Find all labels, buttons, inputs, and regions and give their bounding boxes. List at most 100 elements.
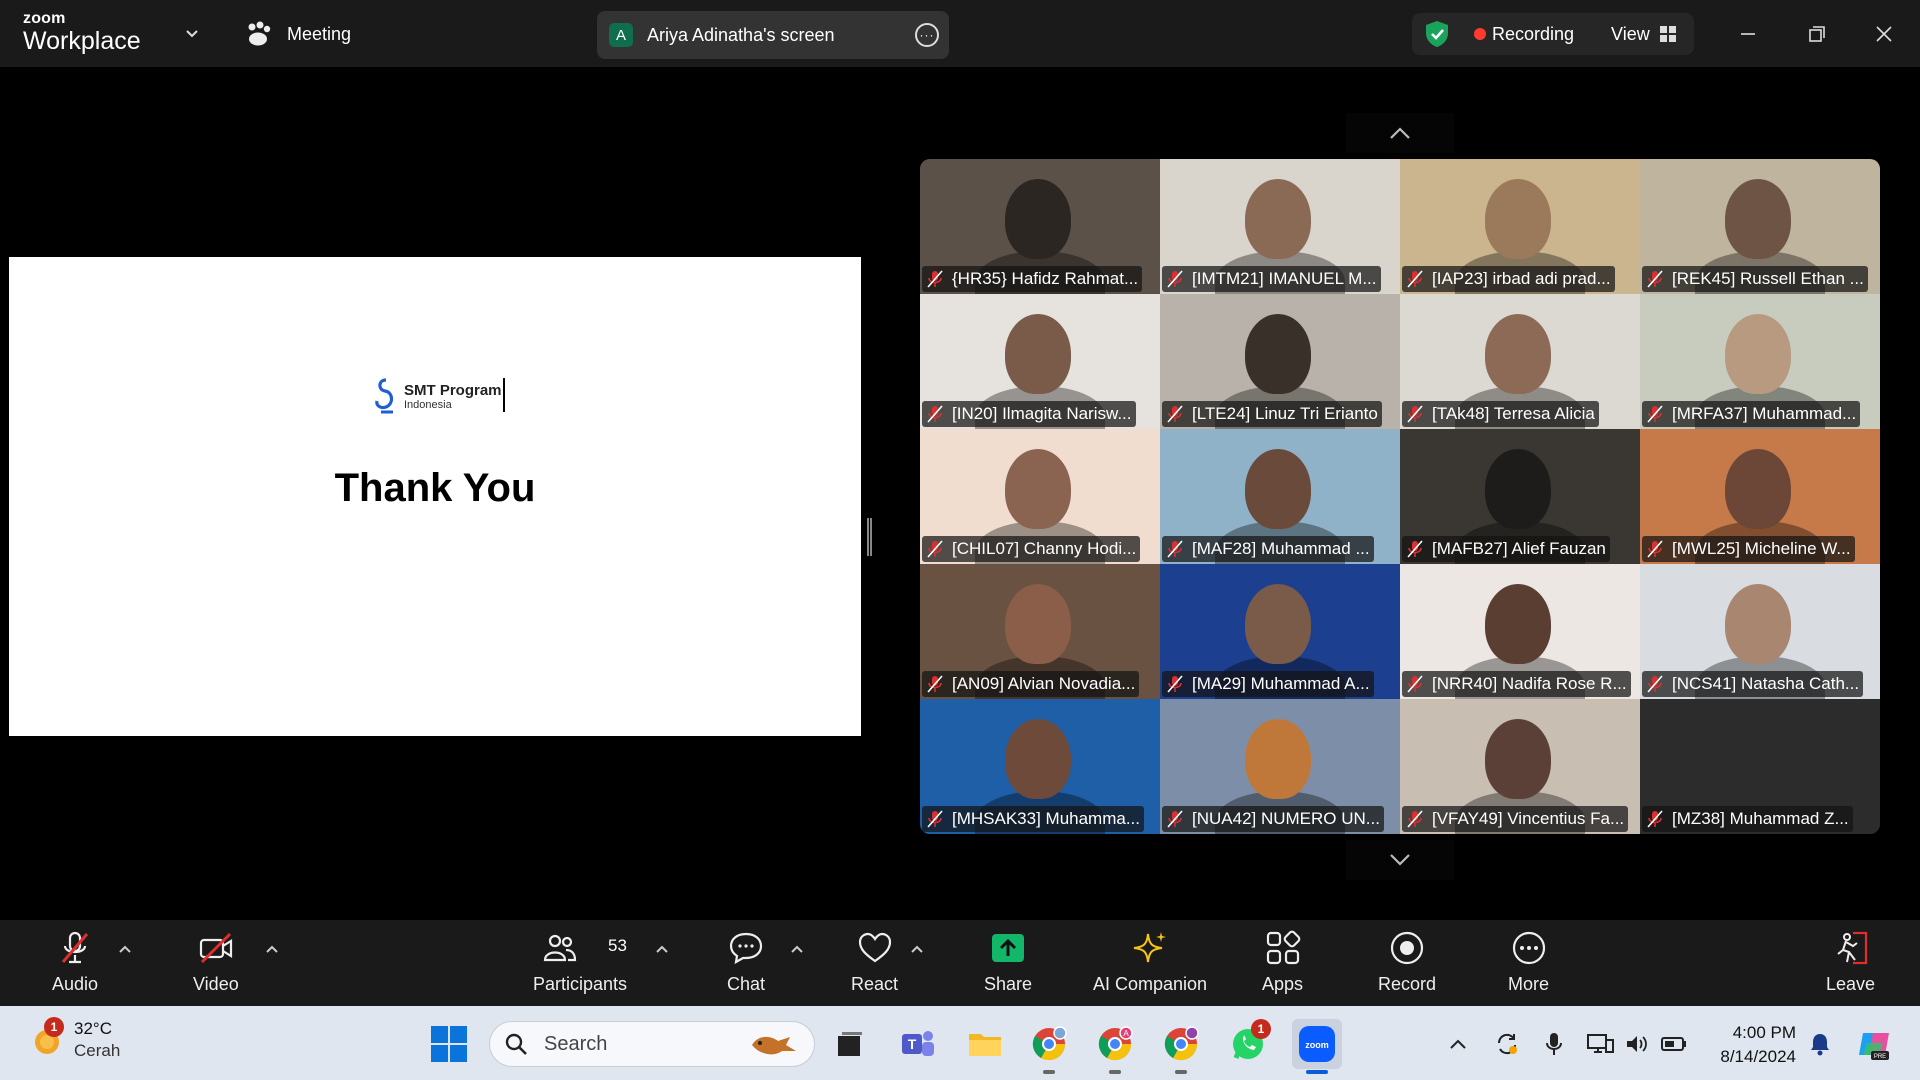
participant-tile[interactable]: [MHSAK33] Muhamma... xyxy=(920,699,1160,834)
windows-start-icon[interactable] xyxy=(431,1026,467,1062)
audio-options-caret-icon[interactable] xyxy=(118,942,132,956)
react-options-caret-icon[interactable] xyxy=(910,942,924,956)
close-icon[interactable] xyxy=(1866,16,1902,52)
participant-tile[interactable]: [IN20] Ilmagita Narisw... xyxy=(920,294,1160,429)
mic-muted-icon xyxy=(927,810,943,828)
chat-options-caret-icon[interactable] xyxy=(790,942,804,956)
ai-companion-button[interactable]: AI Companion xyxy=(1093,930,1207,995)
smt-program-logo: SMT Program Indonesia xyxy=(372,377,505,417)
whatsapp-badge: 1 xyxy=(1251,1019,1271,1039)
audio-button[interactable]: Audio xyxy=(52,930,98,995)
participant-name: {HR35} Hafidz Rahmat... xyxy=(952,269,1139,288)
mic-muted-icon xyxy=(1647,270,1663,288)
clock-date: 8/14/2024 xyxy=(1720,1047,1796,1066)
participant-tile[interactable]: [REK45] Russell Ethan ... xyxy=(1640,159,1880,294)
participant-tile[interactable]: [NCS41] Natasha Cath... xyxy=(1640,564,1880,699)
zoom-app-icon[interactable]: zoom xyxy=(1292,1019,1342,1074)
participant-name: [MZ38] Muhammad Z... xyxy=(1672,809,1849,828)
chrome-profile-cp-icon[interactable] xyxy=(1160,1023,1202,1074)
view-grid-icon[interactable] xyxy=(1659,26,1676,42)
participant-tile[interactable]: [IMTM21] IMANUEL M... xyxy=(1160,159,1400,294)
chrome-profile-a-icon[interactable]: A xyxy=(1094,1023,1136,1074)
participant-tile[interactable]: [NUA42] NUMERO UN... xyxy=(1160,699,1400,834)
gallery-page-up-button[interactable] xyxy=(1346,113,1454,153)
leave-button[interactable]: Leave xyxy=(1826,930,1875,995)
participant-tile[interactable]: [CHIL07] Channy Hodi... xyxy=(920,429,1160,564)
participant-tile[interactable]: [VFAY49] Vincentius Fa... xyxy=(1400,699,1640,834)
participant-name-tag: [AN09] Alvian Novadia... xyxy=(922,671,1140,697)
teams-icon[interactable]: T xyxy=(897,1023,939,1065)
shared-screen-slide: SMT Program Indonesia Thank You xyxy=(9,257,861,736)
participant-tile[interactable]: [MAF28] Muhammad ... xyxy=(1160,429,1400,564)
participant-name-tag: [NCS41] Natasha Cath... xyxy=(1642,671,1864,697)
copilot-icon[interactable]: PRE xyxy=(1856,1026,1892,1062)
recording-label[interactable]: Recording xyxy=(1492,24,1574,45)
react-button[interactable]: React xyxy=(851,930,898,995)
show-hidden-icons-chevron-icon[interactable] xyxy=(1444,1030,1472,1058)
participant-name: [IMTM21] IMANUEL M... xyxy=(1192,269,1377,288)
chevron-down-icon[interactable] xyxy=(183,24,201,42)
record-button[interactable]: Record xyxy=(1378,930,1436,995)
apps-label: Apps xyxy=(1262,974,1304,994)
share-button[interactable]: Share xyxy=(984,930,1032,995)
notification-bell-icon[interactable] xyxy=(1806,1030,1834,1058)
participant-tile[interactable]: [LTE24] Linuz Tri Erianto xyxy=(1160,294,1400,429)
participant-face xyxy=(1245,584,1311,664)
participant-tile[interactable]: [TAk48] Terresa Alicia xyxy=(1400,294,1640,429)
participant-tile[interactable]: [MA29] Muhammad A... xyxy=(1160,564,1400,699)
view-label[interactable]: View xyxy=(1611,24,1650,45)
restore-icon[interactable] xyxy=(1799,16,1835,52)
microphone-tray-icon[interactable] xyxy=(1540,1030,1568,1058)
mic-muted-icon xyxy=(1647,405,1663,423)
more-button[interactable]: More xyxy=(1508,930,1549,995)
gallery-page-down-button[interactable] xyxy=(1346,840,1454,880)
apps-button[interactable]: Apps xyxy=(1262,930,1303,995)
mic-muted-icon xyxy=(1407,405,1423,423)
participant-face xyxy=(1005,719,1071,799)
meeting-menu-button[interactable]: Meeting xyxy=(245,20,351,48)
participant-name-tag: [MA29] Muhammad A... xyxy=(1162,671,1374,697)
participant-face xyxy=(1005,314,1071,394)
participant-name-tag: [VFAY49] Vincentius Fa... xyxy=(1402,806,1629,832)
participant-tile[interactable]: [MWL25] Micheline W... xyxy=(1640,429,1880,564)
mic-muted-icon xyxy=(1167,405,1183,423)
video-options-caret-icon[interactable] xyxy=(265,942,279,956)
participant-tile[interactable]: [MAFB27] Alief Fauzan xyxy=(1400,429,1640,564)
whatsapp-icon[interactable]: 1 xyxy=(1227,1019,1271,1065)
participant-name-tag: [MWL25] Micheline W... xyxy=(1642,536,1855,562)
task-view-icon[interactable] xyxy=(829,1023,871,1065)
video-button[interactable]: Video xyxy=(193,930,239,995)
participant-name: [NCS41] Natasha Cath... xyxy=(1672,674,1860,693)
volume-icon[interactable] xyxy=(1623,1030,1651,1058)
weather-widget[interactable]: 1 32°C Cerah xyxy=(30,1017,120,1062)
participant-tile[interactable]: [NRR40] Nadifa Rose R... xyxy=(1400,564,1640,699)
battery-icon[interactable] xyxy=(1660,1030,1688,1058)
meeting-label: Meeting xyxy=(287,23,352,44)
file-explorer-icon[interactable] xyxy=(964,1023,1006,1065)
shared-screen-indicator[interactable]: A Ariya Adinatha's screen ··· xyxy=(597,11,949,59)
encryption-shield-icon[interactable] xyxy=(1424,20,1450,48)
running-indicator xyxy=(1109,1070,1121,1074)
sync-icon[interactable] xyxy=(1493,1030,1521,1058)
participant-tile[interactable]: [MZ38] Muhammad Z... xyxy=(1640,699,1880,834)
participant-tile[interactable]: [AN09] Alvian Novadia... xyxy=(920,564,1160,699)
participant-tile[interactable]: {HR35} Hafidz Rahmat... xyxy=(920,159,1160,294)
participant-tile[interactable]: [MRFA37] Muhammad... xyxy=(1640,294,1880,429)
chat-button[interactable]: Chat xyxy=(727,930,765,995)
chrome-profile-1-icon[interactable] xyxy=(1028,1023,1070,1074)
participant-face xyxy=(1725,449,1791,529)
mic-muted-icon xyxy=(1167,540,1183,558)
network-icon[interactable] xyxy=(1586,1030,1614,1058)
participant-tile[interactable]: [IAP23] irbad adi prad... xyxy=(1400,159,1640,294)
participant-name: [IN20] Ilmagita Narisw... xyxy=(952,404,1132,423)
participant-face xyxy=(1005,584,1071,664)
participant-name-tag: [CHIL07] Channy Hodi... xyxy=(922,536,1141,562)
taskbar-search[interactable]: Search xyxy=(489,1021,815,1067)
participants-options-caret-icon[interactable] xyxy=(655,942,669,956)
react-label: React xyxy=(851,974,899,994)
system-clock[interactable]: 4:00 PM 8/14/2024 xyxy=(1700,1021,1796,1069)
minimize-icon[interactable] xyxy=(1730,16,1766,52)
resize-splitter[interactable] xyxy=(867,518,872,556)
more-options-icon[interactable]: ··· xyxy=(915,23,939,47)
participant-face xyxy=(1485,179,1551,259)
